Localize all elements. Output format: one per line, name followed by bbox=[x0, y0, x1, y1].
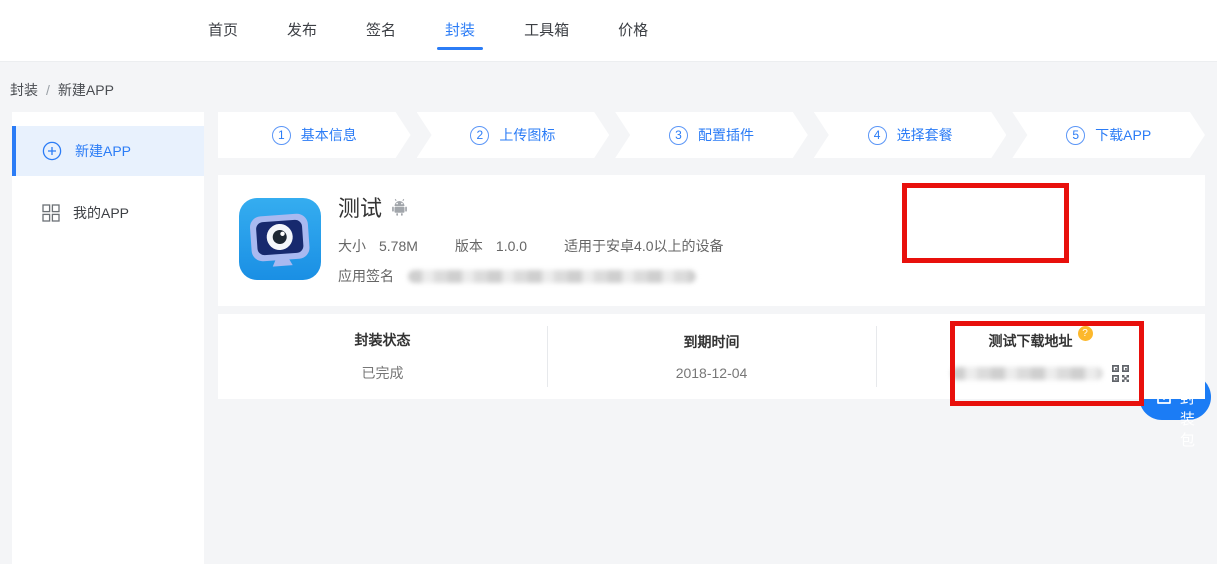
signature-label: 应用签名 bbox=[338, 266, 394, 286]
step-label: 基本信息 bbox=[301, 125, 357, 145]
step-configure-plugins[interactable]: 3 配置插件 bbox=[615, 112, 808, 158]
status-col-test-download-url: 测试下载地址 ? bbox=[876, 314, 1205, 399]
sidebar-item-label: 新建APP bbox=[75, 141, 131, 161]
step-number-badge: 3 bbox=[669, 126, 688, 145]
step-select-plan[interactable]: 4 选择套餐 bbox=[814, 112, 1007, 158]
app-title: 测试 bbox=[338, 191, 382, 223]
version-value: 1.0.0 bbox=[496, 238, 527, 254]
step-upload-icon[interactable]: 2 上传图标 bbox=[417, 112, 610, 158]
app-logo bbox=[238, 197, 322, 281]
sidebar-item-label: 我的APP bbox=[73, 203, 129, 223]
plus-circle-icon bbox=[42, 141, 62, 161]
status-value: 已完成 bbox=[362, 363, 404, 383]
top-nav: 首页 发布 签名 封装 工具箱 价格 bbox=[0, 0, 1217, 62]
app-info: 测试 大小 5.78M bbox=[338, 191, 724, 286]
breadcrumb-page: 新建APP bbox=[58, 80, 114, 100]
step-label: 配置插件 bbox=[698, 125, 754, 145]
step-number-badge: 5 bbox=[1066, 126, 1085, 145]
status-label: 到期时间 bbox=[684, 332, 740, 352]
status-col-expiry: 到期时间 2018-12-04 bbox=[547, 314, 876, 399]
size-value: 5.78M bbox=[379, 238, 418, 254]
status-card: 封装状态 已完成 到期时间 2018-12-04 测试下载地址 ? bbox=[218, 314, 1205, 399]
step-label: 下载APP bbox=[1095, 125, 1151, 145]
sidebar-item-new-app[interactable]: 新建APP bbox=[12, 126, 204, 176]
status-col-package-state: 封装状态 已完成 bbox=[218, 314, 547, 399]
step-number-badge: 1 bbox=[272, 126, 291, 145]
download-url-redacted-value bbox=[951, 367, 1103, 380]
nav-item-price[interactable]: 价格 bbox=[618, 0, 648, 62]
step-label: 上传图标 bbox=[499, 125, 555, 145]
step-download-app[interactable]: 5 下载APP bbox=[1012, 112, 1205, 158]
qr-code-icon[interactable] bbox=[1111, 364, 1130, 383]
status-label: 封装状态 bbox=[355, 330, 411, 350]
step-wizard: 1 基本信息 2 上传图标 3 配置插件 4 选择套餐 5 下载APP bbox=[218, 112, 1205, 158]
signature-redacted-value bbox=[408, 270, 696, 283]
nav-item-package[interactable]: 封装 bbox=[445, 0, 475, 62]
step-label: 选择套餐 bbox=[897, 125, 953, 145]
android-icon bbox=[391, 198, 408, 216]
step-basic-info[interactable]: 1 基本信息 bbox=[218, 112, 411, 158]
version-label: 版本 bbox=[455, 236, 483, 256]
breadcrumb-separator: / bbox=[46, 82, 50, 98]
status-label: 测试下载地址 bbox=[989, 331, 1073, 351]
app-card: 测试 大小 5.78M bbox=[218, 175, 1205, 306]
grid-icon bbox=[42, 204, 60, 222]
nav-item-home[interactable]: 首页 bbox=[208, 0, 238, 62]
sidebar-item-my-app[interactable]: 我的APP bbox=[12, 188, 204, 238]
help-icon[interactable]: ? bbox=[1078, 326, 1093, 341]
breadcrumb: 封装 / 新建APP bbox=[10, 80, 114, 100]
sidebar: 新建APP 我的APP bbox=[12, 112, 204, 564]
nav-item-publish[interactable]: 发布 bbox=[287, 0, 317, 62]
step-number-badge: 4 bbox=[868, 126, 887, 145]
breadcrumb-section[interactable]: 封装 bbox=[10, 80, 38, 100]
size-label: 大小 bbox=[338, 236, 366, 256]
status-value: 2018-12-04 bbox=[676, 365, 748, 381]
step-number-badge: 2 bbox=[470, 126, 489, 145]
nav-item-toolbox[interactable]: 工具箱 bbox=[524, 0, 569, 62]
device-note: 适用于安卓4.0以上的设备 bbox=[564, 236, 723, 256]
nav-item-sign[interactable]: 签名 bbox=[366, 0, 396, 62]
